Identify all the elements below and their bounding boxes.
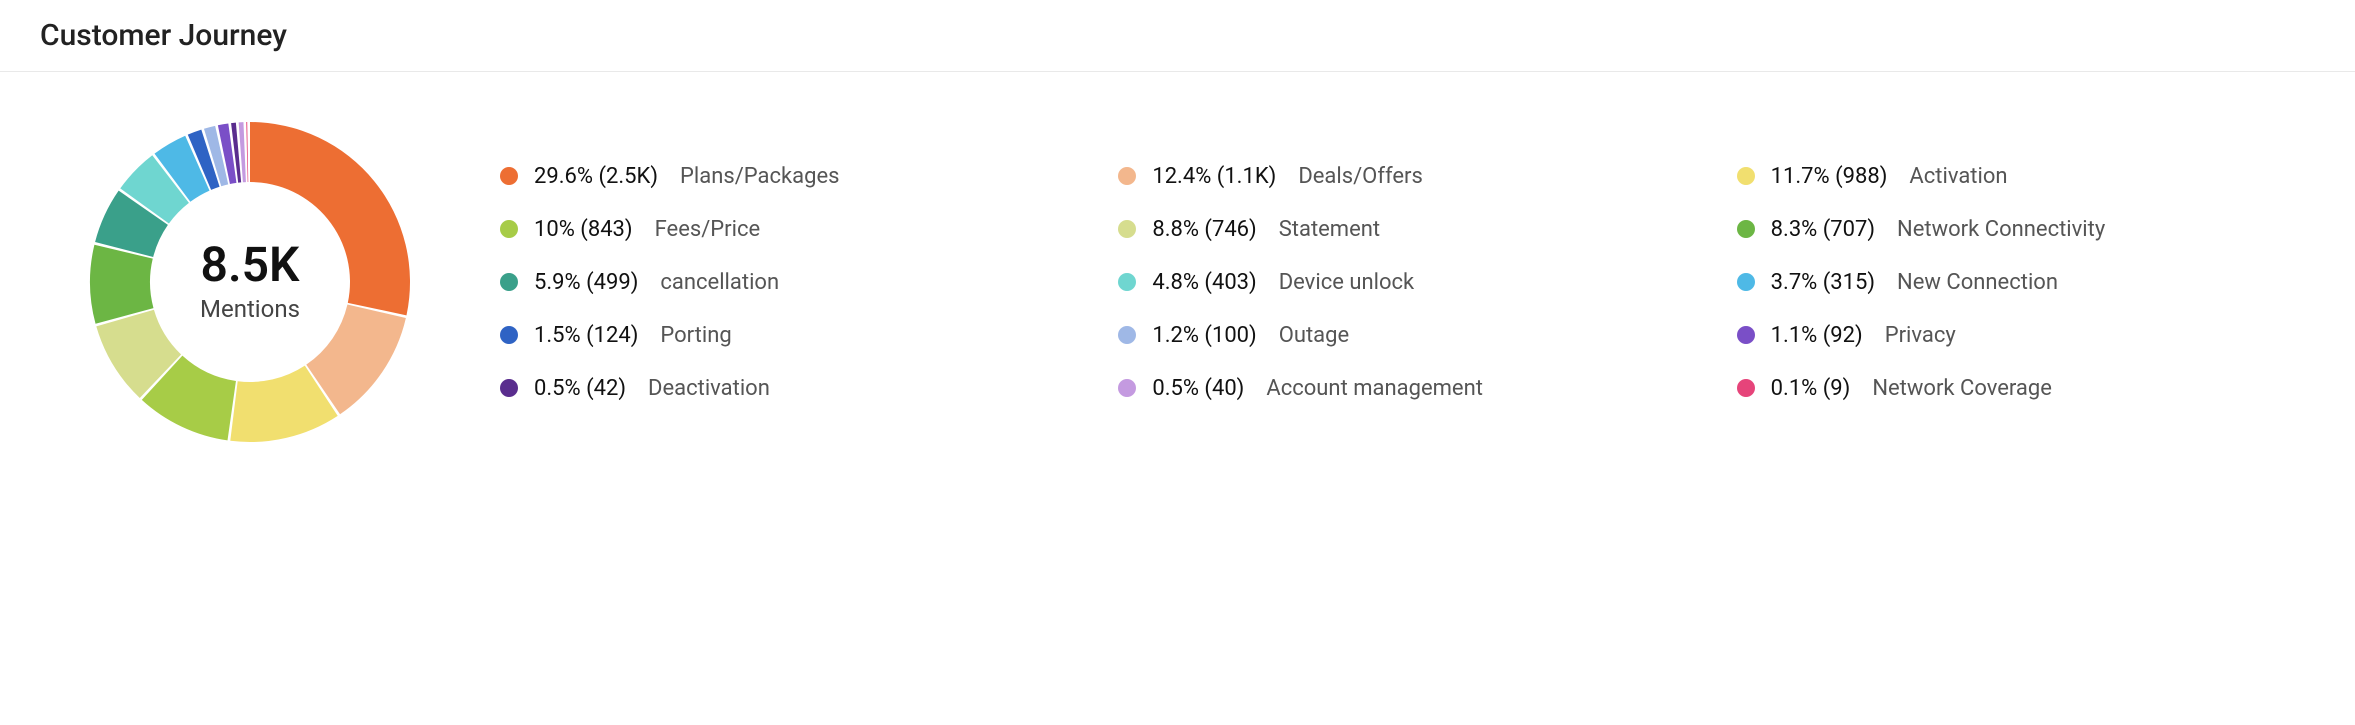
- legend-item: 1.1% (92) Privacy: [1737, 323, 2295, 348]
- legend-label: Activation: [1909, 164, 2007, 189]
- legend-label: Porting: [660, 323, 731, 348]
- legend-swatch-icon: [500, 326, 518, 344]
- legend-value: 1.5% (124): [534, 323, 638, 348]
- legend-value: 4.8% (403): [1152, 270, 1256, 295]
- legend-value: 0.5% (40): [1152, 376, 1244, 401]
- legend-label: Statement: [1279, 217, 1380, 242]
- legend-value: 1.1% (92): [1771, 323, 1863, 348]
- legend-item: 3.7% (315) New Connection: [1737, 270, 2295, 295]
- legend-item: 11.7% (988) Activation: [1737, 164, 2295, 189]
- legend-label: Fees/Price: [655, 217, 761, 242]
- legend-item: 0.1% (9) Network Coverage: [1737, 376, 2295, 401]
- legend-swatch-icon: [500, 379, 518, 397]
- legend-swatch-icon: [1737, 273, 1755, 291]
- legend-item: 8.3% (707) Network Connectivity: [1737, 217, 2295, 242]
- legend-item: 4.8% (403) Device unlock: [1118, 270, 1676, 295]
- legend-swatch-icon: [1737, 379, 1755, 397]
- legend-item: 1.5% (124) Porting: [500, 323, 1058, 348]
- legend-item: 5.9% (499) cancellation: [500, 270, 1058, 295]
- legend-swatch-icon: [1737, 326, 1755, 344]
- legend-value: 8.3% (707): [1771, 217, 1875, 242]
- legend-item: 12.4% (1.1K) Deals/Offers: [1118, 164, 1676, 189]
- legend-value: 12.4% (1.1K): [1152, 164, 1276, 189]
- legend-item: 10% (843) Fees/Price: [500, 217, 1058, 242]
- legend-swatch-icon: [500, 220, 518, 238]
- legend-label: Network Connectivity: [1897, 217, 2105, 242]
- legend-label: Device unlock: [1279, 270, 1414, 295]
- legend-item: 0.5% (42) Deactivation: [500, 376, 1058, 401]
- legend-swatch-icon: [1737, 167, 1755, 185]
- legend-label: Plans/Packages: [680, 164, 840, 189]
- legend-value: 0.1% (9): [1771, 376, 1851, 401]
- donut-slice: [246, 122, 248, 182]
- legend-label: New Connection: [1897, 270, 2058, 295]
- legend-swatch-icon: [1118, 273, 1136, 291]
- legend-value: 0.5% (42): [534, 376, 626, 401]
- legend-label: Outage: [1279, 323, 1349, 348]
- legend-item: 1.2% (100) Outage: [1118, 323, 1676, 348]
- legend-item: 8.8% (746) Statement: [1118, 217, 1676, 242]
- legend-label: Network Coverage: [1872, 376, 2052, 401]
- legend-label: Privacy: [1885, 323, 1956, 348]
- legend-label: cancellation: [660, 270, 779, 295]
- legend-value: 11.7% (988): [1771, 164, 1888, 189]
- legend-swatch-icon: [1118, 220, 1136, 238]
- donut-slice: [250, 122, 410, 315]
- legend: 29.6% (2.5K) Plans/Packages 10% (843) Fees/…: [500, 164, 2295, 401]
- donut-svg: [80, 112, 420, 452]
- legend-swatch-icon: [500, 167, 518, 185]
- legend-label: Account management: [1266, 376, 1483, 401]
- donut-slice: [90, 245, 153, 324]
- legend-value: 3.7% (315): [1771, 270, 1875, 295]
- legend-value: 1.2% (100): [1152, 323, 1256, 348]
- legend-swatch-icon: [1118, 379, 1136, 397]
- content: 8.5K Mentions 29.6% (2.5K) Plans/Packages…: [0, 72, 2355, 492]
- legend-swatch-icon: [500, 273, 518, 291]
- legend-label: Deals/Offers: [1298, 164, 1423, 189]
- legend-swatch-icon: [1118, 326, 1136, 344]
- legend-label: Deactivation: [648, 376, 770, 401]
- donut-chart: 8.5K Mentions: [80, 112, 420, 452]
- legend-value: 8.8% (746): [1152, 217, 1256, 242]
- legend-value: 29.6% (2.5K): [534, 164, 658, 189]
- legend-value: 10% (843): [534, 217, 633, 242]
- header: Customer Journey: [0, 0, 2355, 72]
- legend-item: 0.5% (40) Account management: [1118, 376, 1676, 401]
- legend-item: 29.6% (2.5K) Plans/Packages: [500, 164, 1058, 189]
- page-title: Customer Journey: [40, 18, 2315, 53]
- legend-swatch-icon: [1737, 220, 1755, 238]
- legend-value: 5.9% (499): [534, 270, 638, 295]
- legend-swatch-icon: [1118, 167, 1136, 185]
